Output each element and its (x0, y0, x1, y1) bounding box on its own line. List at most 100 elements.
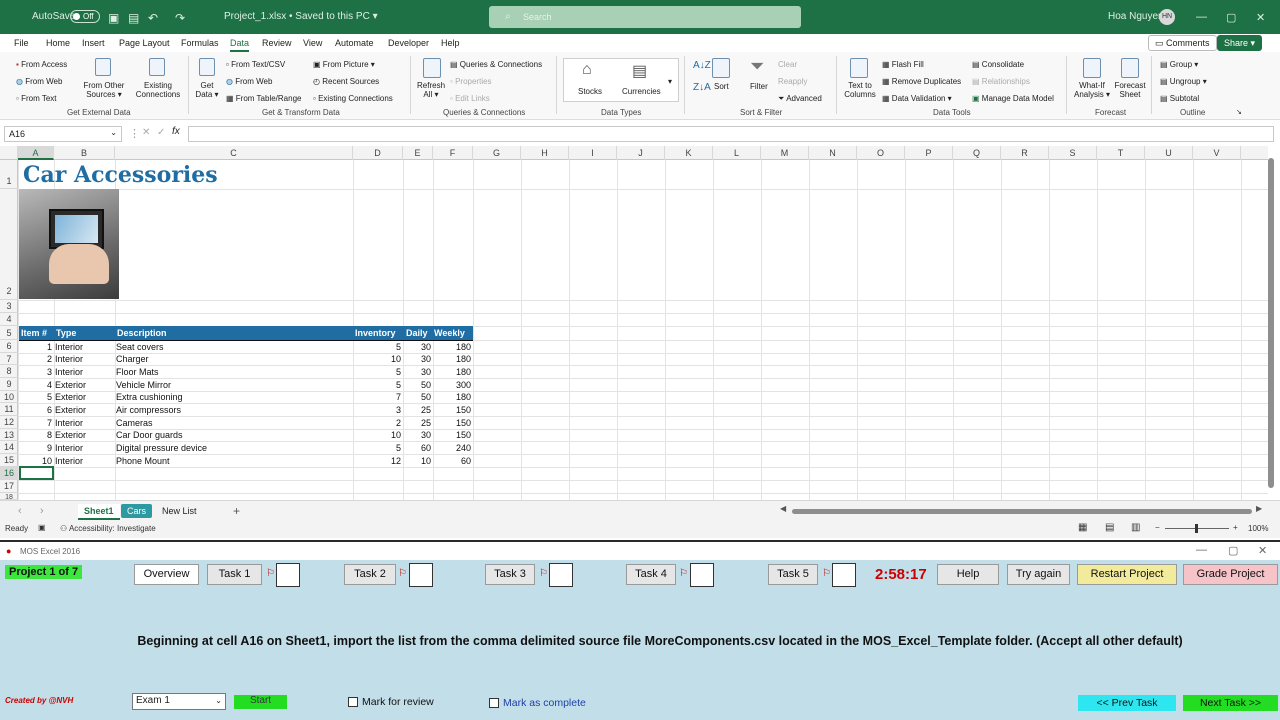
insert-function-icon[interactable]: fx (172, 126, 180, 137)
tab-insert[interactable]: Insert (82, 38, 105, 48)
cell-type[interactable]: Interior (55, 443, 115, 453)
cell-weekly[interactable]: 180 (434, 354, 471, 364)
from-access-button[interactable]: ▪ From Access (16, 60, 67, 69)
page-layout-icon[interactable]: ▤ (1105, 522, 1114, 533)
cell-inventory[interactable]: 5 (354, 380, 401, 390)
cell-weekly[interactable]: 150 (434, 405, 471, 415)
cell-daily[interactable]: 30 (404, 367, 431, 377)
task-2-status-box[interactable] (409, 563, 433, 587)
normal-view-icon[interactable]: ▦ (1078, 522, 1087, 533)
cell-type[interactable]: Interior (55, 456, 115, 466)
cell-item[interactable]: 4 (18, 380, 52, 390)
car-gps-picture[interactable] (19, 189, 119, 299)
column-header[interactable]: V (1193, 146, 1241, 160)
tab-automate[interactable]: Automate (335, 38, 374, 48)
document-title[interactable]: Project_1.xlsx • Saved to this PC ▾ (224, 11, 378, 22)
row-header[interactable]: 6 (0, 340, 18, 353)
from-table-range-button[interactable]: ▦ From Table/Range (226, 94, 301, 103)
add-sheet-icon[interactable]: + (233, 504, 240, 518)
next-sheet-icon[interactable]: › (40, 505, 44, 517)
ungroup-button[interactable]: ▤ Ungroup ▾ (1160, 77, 1207, 86)
dialog-launcher-icon[interactable]: ↘ (1236, 108, 1242, 116)
tab-sheet1[interactable]: Sheet1 (78, 504, 120, 520)
cell-description[interactable]: Phone Mount (116, 456, 346, 466)
edit-links-button[interactable]: ▫ Edit Links (450, 94, 490, 103)
what-if-analysis-button[interactable]: What-If Analysis ▾ (1071, 81, 1113, 99)
overview-button[interactable]: Overview (134, 564, 199, 585)
task-1-status-box[interactable] (276, 563, 300, 587)
cell-item[interactable]: 5 (18, 392, 52, 402)
cell-item[interactable]: 3 (18, 367, 52, 377)
row-header[interactable]: 7 (0, 353, 18, 365)
start-button[interactable]: Start (234, 695, 287, 709)
cell-daily[interactable]: 30 (404, 342, 431, 352)
cell-type[interactable]: Exterior (55, 392, 115, 402)
zoom-level[interactable]: 100% (1248, 524, 1268, 533)
mark-as-complete-label[interactable]: Mark as complete (503, 697, 586, 709)
column-header[interactable]: R (1001, 146, 1049, 160)
scroll-right-icon[interactable]: ▶ (1256, 504, 1262, 513)
remove-duplicates-button[interactable]: ▦ Remove Duplicates (882, 77, 961, 86)
macro-icon[interactable]: ▣ (38, 523, 46, 532)
column-header[interactable]: G (473, 146, 521, 160)
scroll-left-icon[interactable]: ◀ (780, 504, 786, 513)
cell-item[interactable]: 1 (18, 342, 52, 352)
cell-description[interactable]: Charger (116, 354, 346, 364)
tab-formulas[interactable]: Formulas (181, 38, 219, 48)
task-4-button[interactable]: Task 4 (626, 564, 676, 585)
forecast-sheet-button[interactable]: Forecast Sheet (1113, 81, 1147, 99)
autosave-toggle[interactable]: Off (70, 10, 100, 23)
tab-developer[interactable]: Developer (388, 38, 429, 48)
task-1-button[interactable]: Task 1 (207, 564, 262, 585)
existing-connections-button-2[interactable]: ▫ Existing Connections (313, 94, 393, 103)
cell-weekly[interactable]: 150 (434, 430, 471, 440)
cell-daily[interactable]: 30 (404, 354, 431, 364)
task-3-button[interactable]: Task 3 (485, 564, 535, 585)
cell-item[interactable]: 9 (18, 443, 52, 453)
cell-inventory[interactable]: 10 (354, 354, 401, 364)
row-header[interactable]: 1 (0, 160, 18, 189)
page-break-icon[interactable]: ▥ (1131, 522, 1140, 533)
manage-data-model-button[interactable]: ▣ Manage Data Model (972, 94, 1054, 103)
mark-for-review-label[interactable]: Mark for review (362, 696, 434, 708)
cell-type[interactable]: Interior (55, 342, 115, 352)
cell-type[interactable]: Exterior (55, 430, 115, 440)
tab-page-layout[interactable]: Page Layout (119, 38, 170, 48)
maximize-icon[interactable]: ▢ (1228, 544, 1238, 557)
mark-for-review-checkbox[interactable] (348, 697, 358, 707)
existing-connections-button[interactable]: Existing Connections (134, 81, 182, 99)
queries-connections-button[interactable]: ▤ Queries & Connections (450, 60, 542, 69)
select-all-corner[interactable] (0, 146, 18, 160)
cell-inventory[interactable]: 5 (354, 443, 401, 453)
accessibility-status[interactable]: ⚇ Accessibility: Investigate (60, 524, 156, 533)
tab-view[interactable]: View (303, 38, 322, 48)
task-4-status-box[interactable] (690, 563, 714, 587)
minimize-icon[interactable]: — (1196, 11, 1207, 23)
cell-description[interactable]: Vehicle Mirror (116, 380, 346, 390)
cancel-icon[interactable]: ✕ (142, 127, 150, 138)
row-header[interactable]: 4 (0, 313, 18, 326)
sort-button[interactable]: Sort (714, 82, 729, 91)
save-icon[interactable]: ▣ (108, 11, 119, 25)
from-web-button[interactable]: ◍ From Web (16, 77, 62, 86)
from-text-csv-button[interactable]: ▫ From Text/CSV (226, 60, 285, 69)
refresh-all-button[interactable]: Refresh All ▾ (417, 81, 445, 99)
tab-new-list[interactable]: New List (156, 504, 203, 518)
filter-button[interactable]: Filter (750, 82, 768, 91)
cell-description[interactable]: Extra cushioning (116, 392, 346, 402)
chevron-down-icon[interactable]: ⌄ (110, 128, 117, 137)
cell-inventory[interactable]: 7 (354, 392, 401, 402)
get-data-button[interactable]: Get Data ▾ (193, 81, 221, 99)
data-validation-button[interactable]: ▦ Data Validation ▾ (882, 94, 952, 103)
cell-item[interactable]: 7 (18, 418, 52, 428)
cell-weekly[interactable]: 180 (434, 392, 471, 402)
row-header[interactable]: 18 (0, 493, 18, 500)
avatar[interactable]: HN (1159, 9, 1175, 25)
restart-project-button[interactable]: Restart Project (1077, 564, 1177, 585)
undo-icon[interactable]: ↶ (148, 11, 158, 25)
help-button[interactable]: Help (937, 564, 999, 585)
tab-help[interactable]: Help (441, 38, 460, 48)
currencies-button[interactable]: Currencies (622, 87, 661, 96)
exam-select[interactable]: Exam 1 ⌄ (132, 693, 226, 710)
cell-type[interactable]: Interior (55, 418, 115, 428)
